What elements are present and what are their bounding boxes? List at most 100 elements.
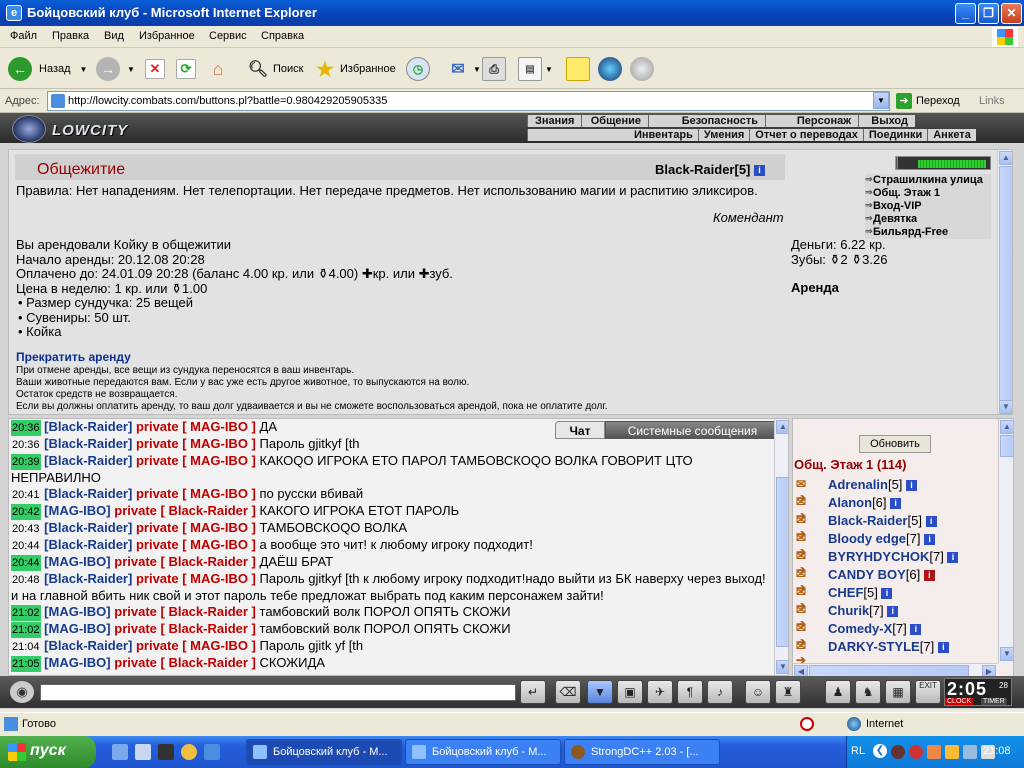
messenger-button[interactable] <box>598 56 622 82</box>
chat-private-target[interactable]: private [ MAG-IBO ] <box>136 453 256 468</box>
chat-sender[interactable]: [Black-Raider] <box>44 453 132 468</box>
print-button[interactable]: ⎙ <box>482 56 506 82</box>
cancel-rent-link[interactable]: Прекратить аренду <box>16 350 131 364</box>
scroll-up-icon[interactable]: ▲ <box>1000 420 1013 434</box>
chat-sender[interactable]: [Black-Raider] <box>44 638 132 653</box>
nav-fights[interactable]: Поединки <box>862 129 927 141</box>
chat-sender[interactable]: [Black-Raider] <box>44 520 132 535</box>
task-item[interactable]: StrongDC++ 2.03 - [... <box>564 739 720 765</box>
extra-button[interactable] <box>630 56 654 82</box>
info-icon[interactable]: i <box>887 606 899 618</box>
user-name[interactable]: Black-Raider[5] i <box>828 513 937 528</box>
task-item[interactable]: Бойцовский клуб - M... <box>246 739 402 765</box>
search-button[interactable]: 🔍︎ Поиск <box>246 56 304 82</box>
nav-character[interactable]: Персонаж <box>765 115 858 127</box>
user-list-item[interactable]: ✉➔ Black-Raider[5] i <box>794 512 994 541</box>
character-icon[interactable]: ♟ <box>825 680 851 704</box>
menu-edit[interactable]: Правка <box>52 30 89 42</box>
chat-sender[interactable]: [MAG-IBO] <box>44 503 110 518</box>
address-dropdown-icon[interactable]: ▼ <box>873 92 889 109</box>
favorites-button[interactable]: ★ Избранное <box>313 56 396 82</box>
messenger-icon[interactable] <box>181 744 197 760</box>
chat-sender[interactable]: [Black-Raider] <box>44 436 132 451</box>
chat-sender[interactable]: [Black-Raider] <box>44 486 132 501</box>
user-list-item[interactable]: ✉➔ CANDY BOY[6] i <box>794 566 994 595</box>
info-icon[interactable]: i <box>947 552 959 564</box>
nav-knowledge[interactable]: Знания <box>527 115 581 127</box>
forward-button[interactable]: → ▼ <box>96 56 135 82</box>
chat-sender[interactable]: [MAG-IBO] <box>44 554 110 569</box>
info-icon[interactable]: i <box>910 624 922 636</box>
user-list-item[interactable]: ✉➔ Churik[7] i <box>794 602 994 631</box>
scroll-thumb[interactable] <box>776 477 788 647</box>
info-icon[interactable]: i <box>923 570 935 582</box>
refresh-button[interactable]: ⟳ <box>176 56 196 82</box>
minimize-button[interactable]: _ <box>955 3 976 24</box>
private-message-icon[interactable]: ✉➔ <box>796 603 816 631</box>
stop-button[interactable]: ✕ <box>145 56 165 82</box>
user-name[interactable]: Churik[7] i <box>828 603 899 618</box>
save-icon[interactable]: ▣ <box>617 680 643 704</box>
scroll-thumb[interactable] <box>999 166 1012 406</box>
location-link[interactable]: Вход-VIP <box>865 200 991 213</box>
chat-private-target[interactable]: private [ Black-Raider ] <box>114 503 256 518</box>
chat-sender[interactable]: [MAG-IBO] <box>44 621 110 636</box>
chat-private-target[interactable]: private [ MAG-IBO ] <box>136 436 256 451</box>
chat-private-target[interactable]: private [ MAG-IBO ] <box>136 638 256 653</box>
tab-chat[interactable]: Чат <box>555 421 605 439</box>
scroll-thumb[interactable] <box>1000 435 1013 457</box>
menu-file[interactable]: Файл <box>10 30 37 42</box>
chat-scrollbar[interactable]: ▲ ▼ <box>774 419 788 675</box>
location-link[interactable]: Девятка <box>865 213 991 226</box>
nav-inventory[interactable]: Инвентарь <box>527 129 698 141</box>
scroll-down-icon[interactable]: ▼ <box>999 400 1012 414</box>
info-icon[interactable]: i <box>924 534 936 546</box>
address-input[interactable]: http://lowcity.combats.com/buttons.pl?ba… <box>47 91 890 111</box>
info-icon[interactable]: i <box>906 480 918 492</box>
clan-icon[interactable]: ♜ <box>775 680 801 704</box>
user-name[interactable]: BYRYHDYCHOK[7] i <box>828 549 959 564</box>
chat-sender[interactable]: [Black-Raider] <box>44 571 132 586</box>
refresh-list-button[interactable]: Обновить <box>859 435 931 453</box>
nav-profile[interactable]: Анкета <box>927 129 976 141</box>
info-icon[interactable]: i <box>754 165 765 177</box>
info-icon[interactable]: i <box>925 516 937 528</box>
player-name[interactable]: Black-Raider[5] i <box>655 162 765 177</box>
info-icon[interactable]: i <box>890 498 902 510</box>
maximize-button[interactable]: ❐ <box>978 3 999 24</box>
private-message-icon[interactable]: ✉➔ <box>796 495 816 523</box>
user-list-item[interactable]: ✉➔ Bloody edge[7] i <box>794 530 994 559</box>
private-message-icon[interactable]: ✉➔ <box>796 531 816 559</box>
user-list-item[interactable]: ✉➔ CHEF[5] i <box>794 584 994 613</box>
run-icon[interactable]: ✈ <box>647 680 673 704</box>
media-icon[interactable] <box>158 744 174 760</box>
menu-favorites[interactable]: Избранное <box>139 30 195 42</box>
mail-button[interactable]: ✉ ▼ <box>446 56 481 82</box>
tray-expand-icon[interactable]: ❮ <box>873 744 887 758</box>
back-button[interactable]: ← Назад ▼ <box>8 56 87 82</box>
scroll-up-icon[interactable]: ▲ <box>999 151 1012 165</box>
chat-sender[interactable]: [Black-Raider] <box>44 419 132 434</box>
chat-sender[interactable]: [MAG-IBO] <box>44 604 110 619</box>
user-name[interactable]: Comedy-X[7] i <box>828 621 922 636</box>
nav-transfer-report[interactable]: Отчет о переводах <box>749 129 863 141</box>
user-list-item[interactable]: ✉➔ BYRYHDYCHOK[7] i <box>794 548 994 577</box>
private-message-icon[interactable]: ✉➔ <box>796 585 816 613</box>
user-list-item[interactable]: ✉➔ DARKY-STYLE[7] i <box>794 638 994 667</box>
exit-icon[interactable]: EXIT <box>915 680 941 704</box>
private-message-icon[interactable]: ✉➔ <box>796 513 816 541</box>
links-button[interactable]: Links <box>979 95 1005 107</box>
nav-communication[interactable]: Общение <box>581 115 648 127</box>
desktop-icon[interactable] <box>112 744 128 760</box>
edit-button[interactable]: ▤ ▼ <box>518 56 553 82</box>
chat-sender[interactable]: [Black-Raider] <box>44 537 132 552</box>
clock-label[interactable]: CLOCK <box>945 698 974 705</box>
user-name[interactable]: DARKY-STYLE[7] i <box>828 639 949 654</box>
translit-icon[interactable]: ¶ <box>677 680 703 704</box>
send-icon[interactable]: ↵ <box>520 680 546 704</box>
chat-input[interactable] <box>40 684 516 701</box>
history-button[interactable]: ◷ <box>406 56 430 82</box>
network-icon[interactable] <box>963 745 977 759</box>
private-message-icon[interactable]: ✉➔ <box>796 549 816 577</box>
team-icon[interactable]: ♞ <box>855 680 881 704</box>
